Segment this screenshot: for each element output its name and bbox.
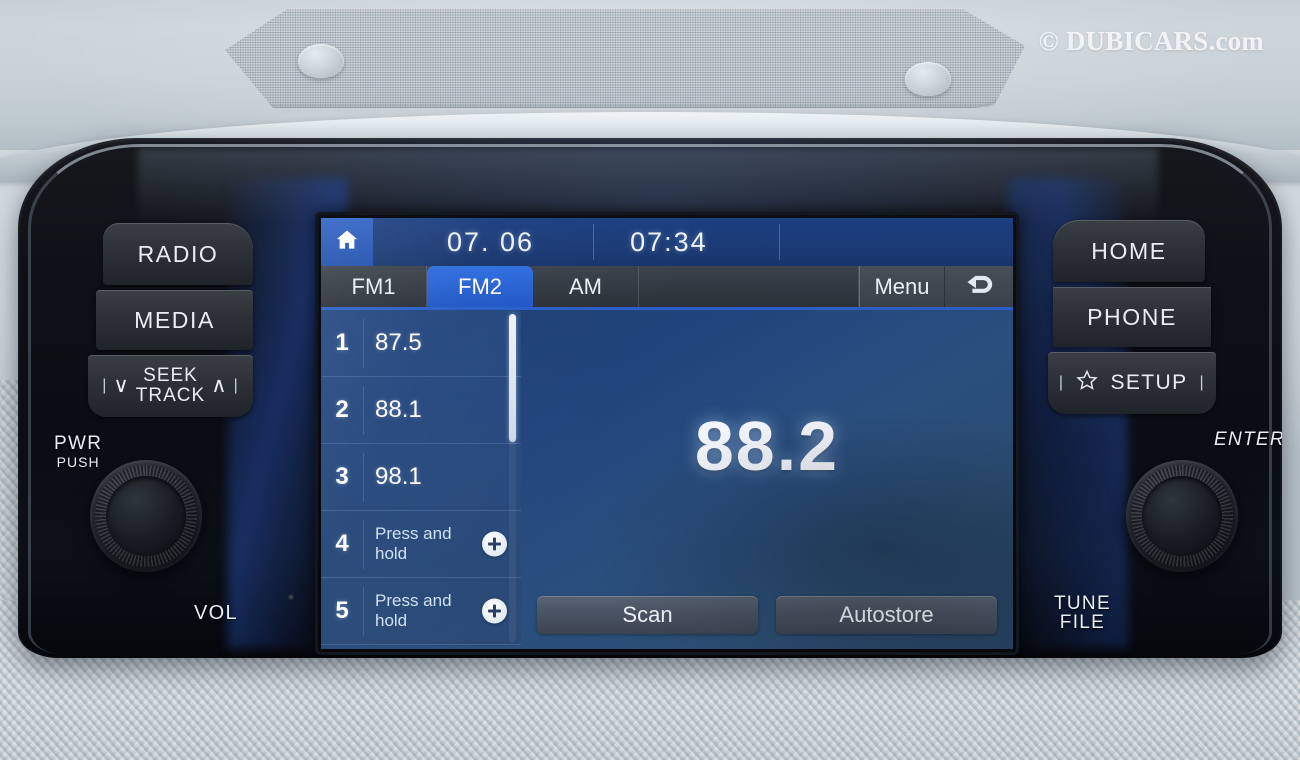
preset-cell-divider: [363, 587, 364, 636]
radio-button[interactable]: RADIO: [103, 223, 253, 285]
track-label: TRACK: [135, 385, 206, 406]
preset-add-icon[interactable]: [482, 598, 507, 624]
status-divider-left: [593, 224, 594, 260]
preset-cell-divider: [363, 453, 364, 502]
enter-label: ENTER: [1214, 429, 1282, 450]
tab-am[interactable]: AM: [533, 266, 639, 307]
seek-track-button[interactable]: | ∨ SEEK TRACK ∧ |: [88, 355, 253, 417]
pwr-text: PWR: [54, 433, 103, 454]
tune-text: TUNE: [1054, 593, 1111, 614]
band-tab-bar: FM1 FM2 AM Menu: [321, 266, 1013, 310]
action-button-row: Scan Autostore: [537, 596, 997, 634]
preset-list: 1 87.5 2 88.1 3 98.1 4 Press and hold 5 …: [321, 310, 521, 646]
volume-power-knob[interactable]: [81, 451, 211, 581]
volume-label: VOL: [194, 602, 238, 624]
frequency-panel: 88.2 Scan Autostore: [521, 310, 1013, 646]
current-frequency: 88.2: [694, 407, 840, 485]
setup-tick-right: |: [1199, 374, 1206, 391]
scan-button[interactable]: Scan: [537, 596, 758, 634]
setup-button-label: SETUP: [1110, 371, 1188, 394]
seek-up-chevron-icon[interactable]: ∧: [211, 375, 227, 396]
tab-fm1[interactable]: FM1: [321, 266, 427, 307]
setup-tick-left: |: [1058, 374, 1065, 391]
back-button[interactable]: [945, 266, 1013, 307]
infotainment-dashboard-photo: © DUBICARS.com RADIO MEDIA | ∨ SEEK TRAC…: [0, 0, 1300, 760]
radio-button-label: RADIO: [137, 240, 219, 267]
preset-cell-divider: [363, 386, 364, 435]
preset-row[interactable]: 5 Press and hold: [321, 578, 521, 645]
preset-row[interactable]: 4 Press and hold: [321, 511, 521, 578]
tune-knob-face: [1142, 476, 1222, 556]
radio-content-area: 1 87.5 2 88.1 3 98.1 4 Press and hold 5 …: [321, 310, 1013, 646]
head-unit-bezel: RADIO MEDIA | ∨ SEEK TRACK ∧ | HOME PHON…: [18, 138, 1282, 658]
status-date: 07. 06: [447, 226, 535, 257]
tune-file-knob[interactable]: [1117, 451, 1247, 581]
seek-label: SEEK: [143, 365, 198, 386]
seek-tick-right: |: [233, 377, 239, 394]
home-icon: [334, 227, 360, 258]
home-icon-button[interactable]: [321, 218, 373, 266]
preset-add-icon[interactable]: [482, 531, 507, 557]
preset-frequency: 98.1: [375, 463, 422, 490]
preset-scrollbar-thumb[interactable]: [509, 314, 516, 442]
preset-row[interactable]: 2 88.1: [321, 377, 521, 444]
preset-row[interactable]: 3 98.1: [321, 444, 521, 511]
speaker-grille: [225, 8, 1025, 108]
speaker-dome-right: [905, 62, 951, 96]
preset-frequency: 87.5: [375, 329, 422, 356]
seek-down-chevron-icon[interactable]: ∨: [113, 375, 129, 396]
home-button-label: HOME: [1091, 237, 1167, 264]
preset-cell-divider: [363, 520, 364, 569]
media-button[interactable]: MEDIA: [96, 290, 253, 350]
preset-number: 5: [335, 597, 349, 624]
status-bar: 07. 06 07:34: [321, 218, 1013, 266]
speaker-dome-left: [298, 44, 344, 78]
preset-number: 1: [335, 329, 349, 356]
star-icon[interactable]: [1076, 369, 1099, 397]
preset-scrollbar[interactable]: [509, 314, 516, 642]
tab-bar-spacer: [639, 266, 859, 307]
tab-fm2[interactable]: FM2: [427, 266, 533, 307]
media-button-label: MEDIA: [134, 306, 215, 333]
back-arrow-icon: [963, 270, 995, 303]
seek-tick-left: |: [102, 377, 108, 394]
preset-cell-divider: [363, 319, 364, 368]
volume-knob-face: [106, 476, 186, 556]
push-text: PUSH: [56, 454, 100, 470]
preset-frequency: 88.1: [375, 396, 422, 423]
power-label: PWR PUSH: [54, 434, 102, 472]
lcd-screen-frame: 07. 06 07:34 FM1 FM2 AM Menu 1 87.5 2 88…: [315, 212, 1019, 655]
file-text: FILE: [1059, 612, 1106, 633]
phone-button-label: PHONE: [1087, 303, 1177, 330]
preset-empty-hint: Press and hold: [375, 524, 452, 563]
lcd-screen: 07. 06 07:34 FM1 FM2 AM Menu 1 87.5 2 88…: [321, 218, 1013, 649]
preset-row[interactable]: 1 87.5: [321, 310, 521, 377]
phone-button[interactable]: PHONE: [1053, 287, 1211, 347]
tune-file-label: TUNE FILE: [1054, 594, 1111, 632]
status-time: 07:34: [630, 226, 708, 257]
preset-number: 3: [335, 463, 349, 490]
autostore-button[interactable]: Autostore: [776, 596, 997, 634]
bezel-pin-hole: [288, 594, 294, 600]
preset-empty-hint: Press and hold: [375, 591, 452, 630]
preset-number: 4: [335, 530, 349, 557]
dashboard-upper-panel: [0, 0, 1300, 182]
home-hard-button[interactable]: HOME: [1053, 220, 1205, 282]
preset-number: 2: [335, 396, 349, 423]
menu-button[interactable]: Menu: [859, 266, 945, 307]
status-divider-right: [779, 224, 780, 260]
watermark: © DUBICARS.com: [1038, 26, 1264, 56]
setup-button[interactable]: | SETUP |: [1048, 352, 1216, 414]
